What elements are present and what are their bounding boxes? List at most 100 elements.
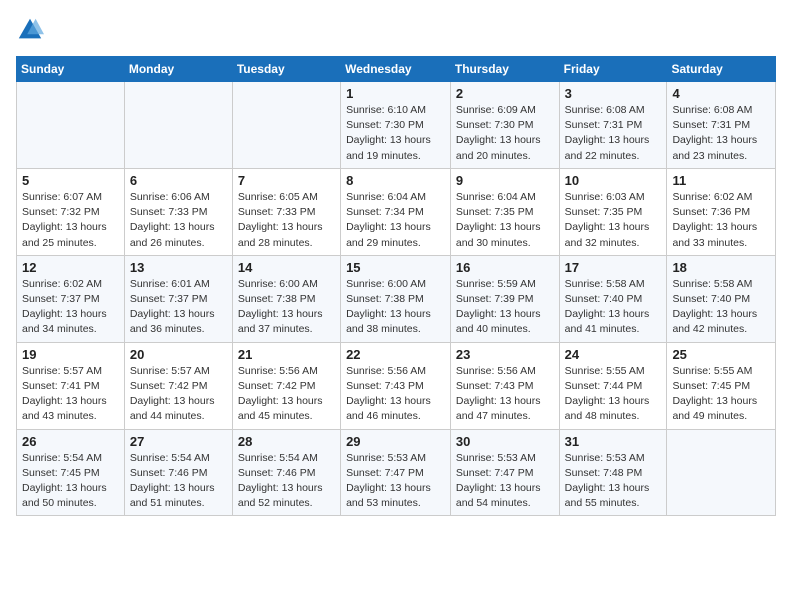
calendar-cell: 10 Sunrise: 6:03 AMSunset: 7:35 PMDayligh… <box>559 168 667 255</box>
day-number: 31 <box>565 434 662 449</box>
calendar-cell: 25Sunrise: 5:55 AMSunset: 7:45 PMDayligh… <box>667 342 776 429</box>
day-number: 19 <box>22 347 119 362</box>
calendar-week-3: 12Sunrise: 6:02 AMSunset: 7:37 PMDayligh… <box>17 255 776 342</box>
day-number: 3 <box>565 86 662 101</box>
day-number: 1 <box>346 86 445 101</box>
day-info: Sunrise: 6:05 AMSunset: 7:33 PMDaylight:… <box>238 190 335 251</box>
day-info: Sunrise: 5:56 AMSunset: 7:43 PMDaylight:… <box>456 364 554 425</box>
day-info: Sunrise: 6:06 AMSunset: 7:33 PMDaylight:… <box>130 190 227 251</box>
weekday-header-friday: Friday <box>559 57 667 82</box>
day-number: 18 <box>672 260 770 275</box>
weekday-header-tuesday: Tuesday <box>232 57 340 82</box>
calendar-body: 1 Sunrise: 6:10 AMSunset: 7:30 PMDaylight… <box>17 82 776 516</box>
calendar-cell <box>124 82 232 169</box>
calendar-cell: 8Sunrise: 6:04 AMSunset: 7:34 PMDaylight… <box>341 168 451 255</box>
calendar-cell: 26 Sunrise: 5:54 AMSunset: 7:45 PMDayligh… <box>17 429 125 516</box>
logo <box>16 16 48 44</box>
calendar-cell: 1 Sunrise: 6:10 AMSunset: 7:30 PMDaylight… <box>341 82 451 169</box>
day-number: 20 <box>130 347 227 362</box>
calendar-table: SundayMondayTuesdayWednesdayThursdayFrid… <box>16 56 776 516</box>
calendar-cell: 18 Sunrise: 5:58 AMSunset: 7:40 PMDayligh… <box>667 255 776 342</box>
calendar-header-row: SundayMondayTuesdayWednesdayThursdayFrid… <box>17 57 776 82</box>
day-info: Sunrise: 5:58 AMSunset: 7:40 PMDaylight:… <box>565 277 662 338</box>
calendar-week-1: 1 Sunrise: 6:10 AMSunset: 7:30 PMDaylight… <box>17 82 776 169</box>
day-info: Sunrise: 6:03 AMSunset: 7:35 PMDaylight:… <box>565 190 662 251</box>
day-number: 26 <box>22 434 119 449</box>
calendar-cell: 11 Sunrise: 6:02 AMSunset: 7:36 PMDayligh… <box>667 168 776 255</box>
weekday-header-wednesday: Wednesday <box>341 57 451 82</box>
day-number: 17 <box>565 260 662 275</box>
calendar-cell: 24 Sunrise: 5:55 AMSunset: 7:44 PMDayligh… <box>559 342 667 429</box>
day-info: Sunrise: 5:53 AMSunset: 7:47 PMDaylight:… <box>456 451 554 512</box>
day-info: Sunrise: 5:58 AMSunset: 7:40 PMDaylight:… <box>672 277 770 338</box>
calendar-cell: 21 Sunrise: 5:56 AMSunset: 7:42 PMDayligh… <box>232 342 340 429</box>
day-info: Sunrise: 6:02 AMSunset: 7:36 PMDaylight:… <box>672 190 770 251</box>
day-info: Sunrise: 6:07 AMSunset: 7:32 PMDaylight:… <box>22 190 119 251</box>
calendar-week-2: 5 Sunrise: 6:07 AMSunset: 7:32 PMDaylight… <box>17 168 776 255</box>
calendar-cell: 4Sunrise: 6:08 AMSunset: 7:31 PMDaylight… <box>667 82 776 169</box>
weekday-header-saturday: Saturday <box>667 57 776 82</box>
calendar-cell: 14 Sunrise: 6:00 AMSunset: 7:38 PMDayligh… <box>232 255 340 342</box>
calendar-week-4: 19 Sunrise: 5:57 AMSunset: 7:41 PMDayligh… <box>17 342 776 429</box>
day-number: 13 <box>130 260 227 275</box>
day-number: 24 <box>565 347 662 362</box>
day-number: 23 <box>456 347 554 362</box>
day-info: Sunrise: 6:01 AMSunset: 7:37 PMDaylight:… <box>130 277 227 338</box>
calendar-cell: 12Sunrise: 6:02 AMSunset: 7:37 PMDayligh… <box>17 255 125 342</box>
day-number: 15 <box>346 260 445 275</box>
day-info: Sunrise: 6:09 AMSunset: 7:30 PMDaylight:… <box>456 103 554 164</box>
day-info: Sunrise: 5:54 AMSunset: 7:46 PMDaylight:… <box>238 451 335 512</box>
calendar-cell: 2 Sunrise: 6:09 AMSunset: 7:30 PMDaylight… <box>450 82 559 169</box>
calendar-cell: 15 Sunrise: 6:00 AMSunset: 7:38 PMDayligh… <box>341 255 451 342</box>
weekday-header-thursday: Thursday <box>450 57 559 82</box>
day-info: Sunrise: 5:55 AMSunset: 7:44 PMDaylight:… <box>565 364 662 425</box>
day-number: 5 <box>22 173 119 188</box>
day-number: 2 <box>456 86 554 101</box>
day-info: Sunrise: 5:54 AMSunset: 7:45 PMDaylight:… <box>22 451 119 512</box>
day-info: Sunrise: 5:54 AMSunset: 7:46 PMDaylight:… <box>130 451 227 512</box>
day-info: Sunrise: 5:59 AMSunset: 7:39 PMDaylight:… <box>456 277 554 338</box>
day-number: 21 <box>238 347 335 362</box>
calendar-week-5: 26 Sunrise: 5:54 AMSunset: 7:45 PMDayligh… <box>17 429 776 516</box>
day-number: 6 <box>130 173 227 188</box>
day-info: Sunrise: 5:57 AMSunset: 7:42 PMDaylight:… <box>130 364 227 425</box>
day-info: Sunrise: 6:08 AMSunset: 7:31 PMDaylight:… <box>672 103 770 164</box>
calendar-cell: 17 Sunrise: 5:58 AMSunset: 7:40 PMDayligh… <box>559 255 667 342</box>
day-info: Sunrise: 6:10 AMSunset: 7:30 PMDaylight:… <box>346 103 445 164</box>
calendar-cell: 29Sunrise: 5:53 AMSunset: 7:47 PMDayligh… <box>341 429 451 516</box>
calendar-cell: 7 Sunrise: 6:05 AMSunset: 7:33 PMDaylight… <box>232 168 340 255</box>
day-number: 16 <box>456 260 554 275</box>
logo-icon <box>16 16 44 44</box>
day-info: Sunrise: 5:53 AMSunset: 7:48 PMDaylight:… <box>565 451 662 512</box>
calendar-cell: 27 Sunrise: 5:54 AMSunset: 7:46 PMDayligh… <box>124 429 232 516</box>
day-info: Sunrise: 6:00 AMSunset: 7:38 PMDaylight:… <box>238 277 335 338</box>
calendar-cell: 5 Sunrise: 6:07 AMSunset: 7:32 PMDaylight… <box>17 168 125 255</box>
day-number: 14 <box>238 260 335 275</box>
day-number: 12 <box>22 260 119 275</box>
day-number: 22 <box>346 347 445 362</box>
calendar-cell <box>232 82 340 169</box>
day-info: Sunrise: 5:53 AMSunset: 7:47 PMDaylight:… <box>346 451 445 512</box>
calendar-cell: 22 Sunrise: 5:56 AMSunset: 7:43 PMDayligh… <box>341 342 451 429</box>
day-info: Sunrise: 5:57 AMSunset: 7:41 PMDaylight:… <box>22 364 119 425</box>
calendar-cell <box>667 429 776 516</box>
day-info: Sunrise: 5:56 AMSunset: 7:42 PMDaylight:… <box>238 364 335 425</box>
day-number: 7 <box>238 173 335 188</box>
day-info: Sunrise: 6:00 AMSunset: 7:38 PMDaylight:… <box>346 277 445 338</box>
calendar-cell: 28 Sunrise: 5:54 AMSunset: 7:46 PMDayligh… <box>232 429 340 516</box>
weekday-header-sunday: Sunday <box>17 57 125 82</box>
day-info: Sunrise: 5:56 AMSunset: 7:43 PMDaylight:… <box>346 364 445 425</box>
day-number: 25 <box>672 347 770 362</box>
calendar-cell: 23 Sunrise: 5:56 AMSunset: 7:43 PMDayligh… <box>450 342 559 429</box>
day-number: 27 <box>130 434 227 449</box>
calendar-cell: 19 Sunrise: 5:57 AMSunset: 7:41 PMDayligh… <box>17 342 125 429</box>
day-number: 10 <box>565 173 662 188</box>
day-number: 28 <box>238 434 335 449</box>
calendar-cell: 16 Sunrise: 5:59 AMSunset: 7:39 PMDayligh… <box>450 255 559 342</box>
day-number: 30 <box>456 434 554 449</box>
day-number: 11 <box>672 173 770 188</box>
calendar-cell: 9Sunrise: 6:04 AMSunset: 7:35 PMDaylight… <box>450 168 559 255</box>
calendar-cell: 31 Sunrise: 5:53 AMSunset: 7:48 PMDayligh… <box>559 429 667 516</box>
weekday-header-monday: Monday <box>124 57 232 82</box>
calendar-cell: 3Sunrise: 6:08 AMSunset: 7:31 PMDaylight… <box>559 82 667 169</box>
